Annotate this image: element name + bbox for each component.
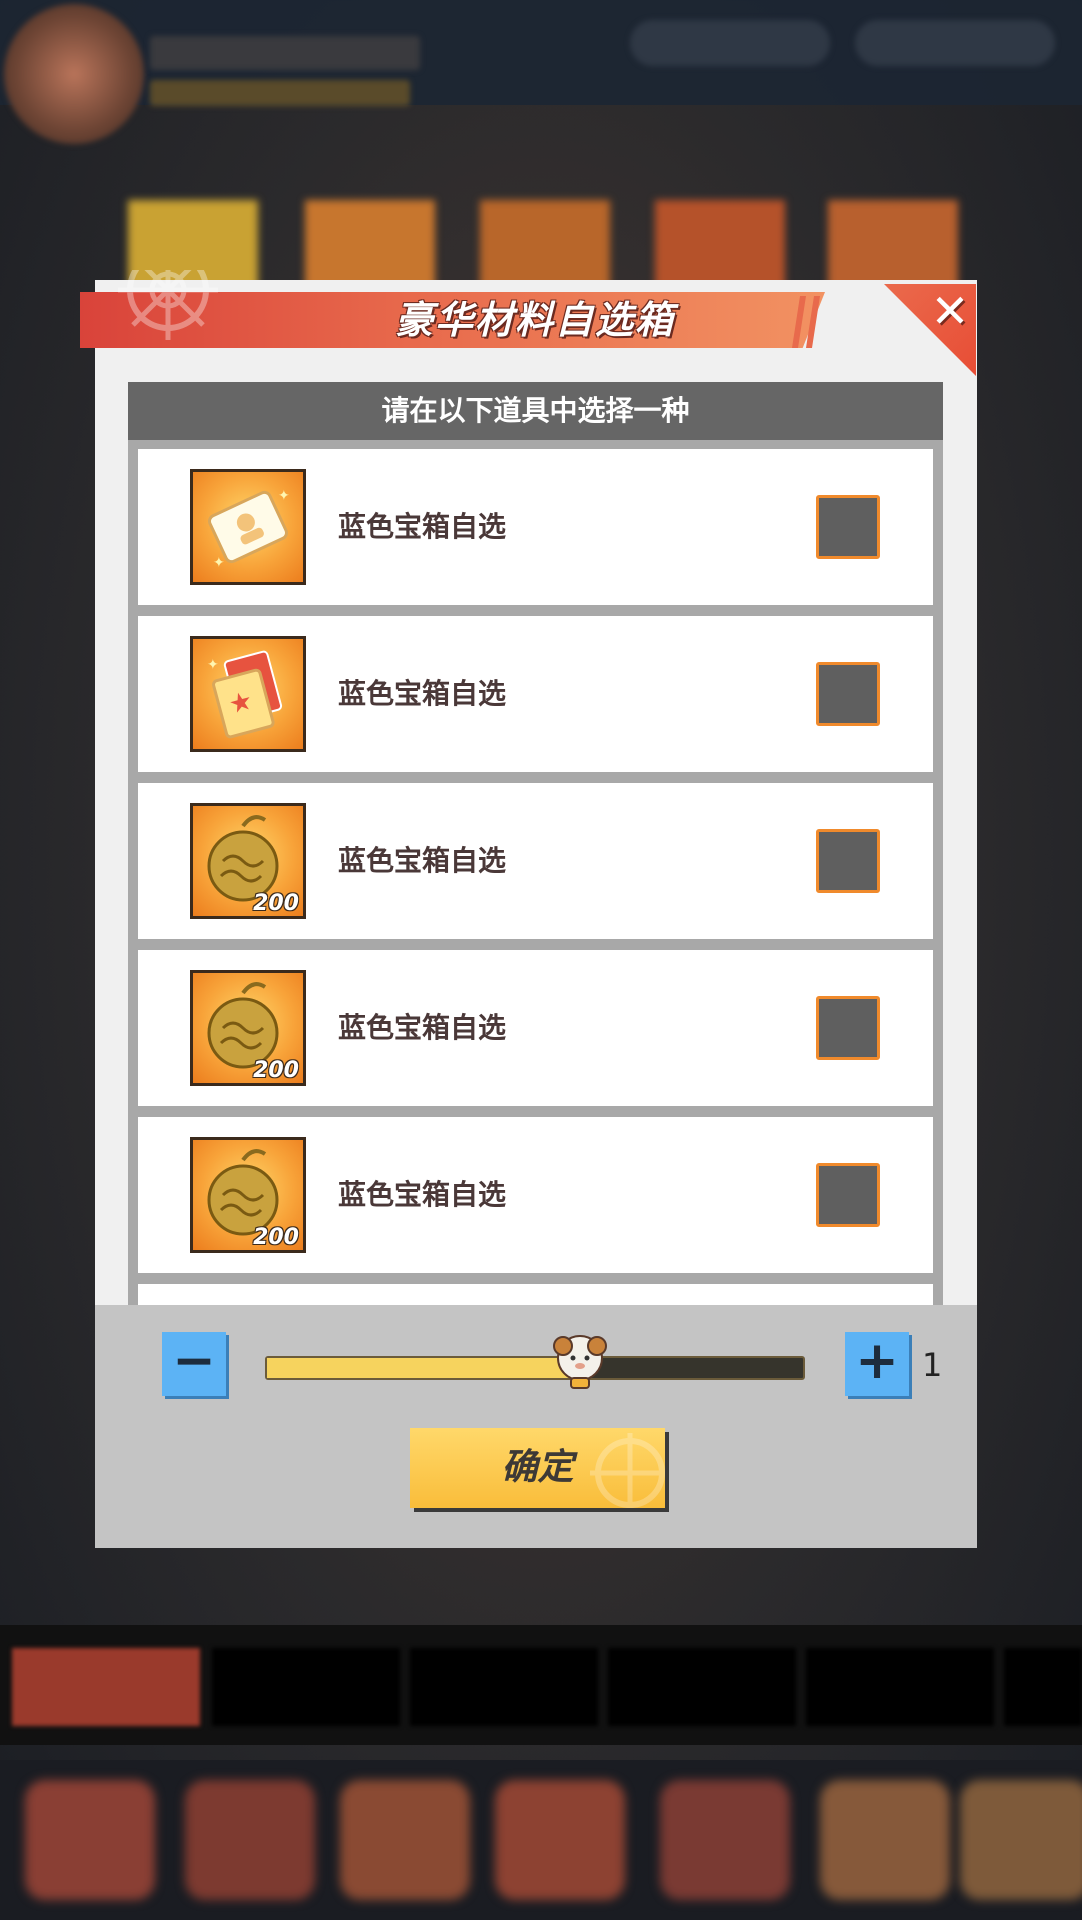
ribbon-stripes [792, 296, 820, 348]
list-instruction: 请在以下道具中选择一种 [128, 382, 943, 444]
background-gold-counter [630, 20, 830, 66]
background-tab [806, 1648, 994, 1726]
background-tab [212, 1648, 400, 1726]
background-gem-counter [855, 20, 1055, 66]
dialog-title: 豪华材料自选箱 [394, 298, 675, 342]
card-pack-icon: ★ ✦ [190, 636, 306, 752]
list-item[interactable] [138, 1284, 933, 1305]
svg-text:✦: ✦ [278, 488, 290, 504]
background-nav-icon [495, 1780, 625, 1900]
item-label: 蓝色宝箱自选 [338, 844, 507, 877]
background-exp-bar [150, 80, 410, 106]
quantity-slider[interactable] [265, 1356, 805, 1380]
item-list[interactable]: ✦ ✦ 蓝色宝箱自选 ★ ✦ 蓝色宝箱自选 200 蓝色宝箱自选 200 蓝色宝… [128, 440, 943, 1305]
quantity-value: 1 [922, 1346, 943, 1384]
background-avatar [4, 4, 144, 144]
devil-fruit-icon: 200 [190, 1137, 306, 1253]
devil-fruit-icon: 200 [190, 970, 306, 1086]
background-tab [1004, 1648, 1082, 1726]
background-nav-icon [340, 1780, 470, 1900]
item-label: 蓝色宝箱自选 [338, 510, 507, 543]
close-icon[interactable]: ✕ [925, 286, 975, 336]
background-tab [608, 1648, 796, 1726]
minus-icon: − [172, 1331, 216, 1391]
item-quantity: 200 [253, 1225, 299, 1250]
list-item[interactable]: 200 蓝色宝箱自选 [138, 783, 933, 939]
background-nav-icon [185, 1780, 315, 1900]
devil-fruit-icon: 200 [190, 803, 306, 919]
item-checkbox[interactable] [816, 829, 880, 893]
item-checkbox[interactable] [816, 996, 880, 1060]
list-item[interactable]: ★ ✦ 蓝色宝箱自选 [138, 616, 933, 772]
background-nav-icon [960, 1780, 1082, 1900]
list-item[interactable]: 200 蓝色宝箱自选 [138, 1117, 933, 1273]
background-nav-icon [820, 1780, 950, 1900]
svg-text:✦: ✦ [213, 555, 225, 571]
confirm-button[interactable]: 确定 [410, 1428, 665, 1508]
svg-text:✦: ✦ [207, 657, 219, 673]
background-player-name [150, 36, 420, 70]
item-label: 蓝色宝箱自选 [338, 1011, 507, 1044]
item-checkbox[interactable] [816, 495, 880, 559]
ship-wheel-icon [108, 270, 228, 360]
background-tab [410, 1648, 598, 1726]
item-label: 蓝色宝箱自选 [338, 677, 507, 710]
ticket-icon: ✦ ✦ [190, 469, 306, 585]
item-quantity: 200 [253, 891, 299, 916]
slider-handle-sheep-icon[interactable] [551, 1328, 609, 1390]
background-tab [12, 1648, 200, 1726]
list-item[interactable]: ✦ ✦ 蓝色宝箱自选 [138, 449, 933, 605]
item-quantity: 200 [253, 1058, 299, 1083]
item-checkbox[interactable] [816, 1163, 880, 1227]
background-nav-icon [660, 1780, 790, 1900]
plus-button[interactable]: + [845, 1332, 909, 1396]
list-item[interactable]: 200 蓝色宝箱自选 [138, 950, 933, 1106]
item-checkbox[interactable] [816, 662, 880, 726]
background-nav-icon [25, 1780, 155, 1900]
minus-button[interactable]: − [162, 1332, 226, 1396]
confirm-label: 确定 [501, 1447, 574, 1488]
item-label: 蓝色宝箱自选 [338, 1178, 507, 1211]
plus-icon: + [855, 1331, 899, 1391]
slider-fill [267, 1358, 573, 1378]
